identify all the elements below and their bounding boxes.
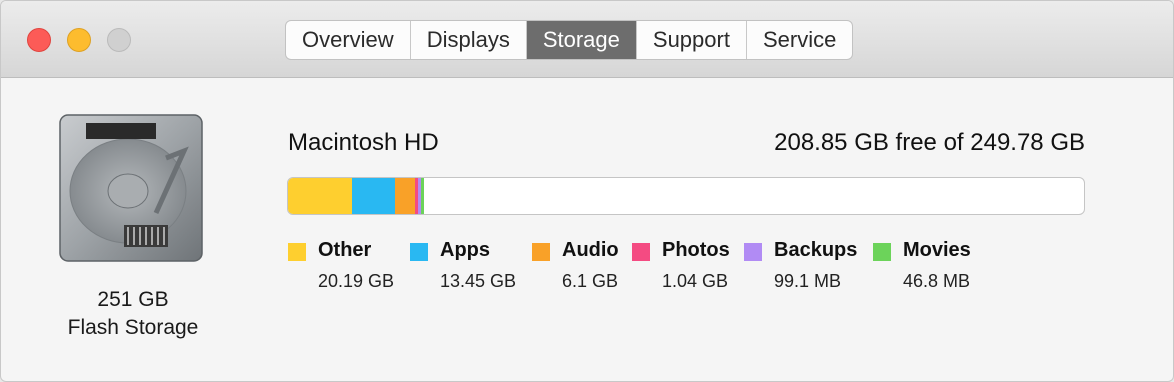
usage-segment-other (288, 178, 353, 214)
volume-free-space: 208.85 GB free of 249.78 GB (774, 129, 1085, 156)
legend-label: Other (318, 239, 372, 261)
tab-displays[interactable]: Displays (411, 21, 527, 59)
legend-swatch (744, 243, 762, 261)
legend-label: Photos (662, 239, 730, 261)
titlebar: Overview Displays Storage Support Servic… (1, 1, 1173, 78)
close-button[interactable] (27, 28, 51, 52)
drive-type: Flash Storage (67, 316, 199, 339)
legend-swatch (410, 243, 428, 261)
zoom-button[interactable] (107, 28, 131, 52)
hard-drive-icon (59, 114, 203, 262)
legend-size: 6.1 GB (562, 271, 619, 291)
about-this-mac-window: Overview Displays Storage Support Servic… (0, 0, 1174, 382)
legend-swatch (288, 243, 306, 261)
legend-label: Apps (440, 239, 490, 261)
legend-size: 13.45 GB (440, 271, 517, 291)
minimize-button[interactable] (67, 28, 91, 52)
legend-size: 46.8 MB (903, 271, 971, 291)
legend-swatch (532, 243, 550, 261)
tab-overview[interactable]: Overview (286, 21, 411, 59)
tab-storage[interactable]: Storage (526, 21, 637, 59)
usage-segment-movies (420, 178, 424, 214)
legend-size: 1.04 GB (662, 271, 729, 291)
usage-segment-audio (395, 178, 415, 214)
legend-size: 99.1 MB (774, 271, 842, 291)
volume-name: Macintosh HD (288, 129, 439, 156)
legend-size: 20.19 GB (318, 271, 395, 291)
storage-usage-bar (287, 177, 1085, 215)
tab-support[interactable]: Support (637, 21, 747, 59)
usage-segment-apps (352, 178, 396, 214)
legend-label: Audio (562, 239, 619, 261)
tab-bar: Overview Displays Storage Support Servic… (285, 20, 854, 60)
legend-swatch (632, 243, 650, 261)
legend-label: Backups (774, 239, 858, 261)
drive-capacity: 251 GB (97, 288, 169, 311)
legend-swatch (873, 243, 891, 261)
tab-service[interactable]: Service (747, 21, 852, 59)
legend-label: Movies (903, 239, 971, 261)
